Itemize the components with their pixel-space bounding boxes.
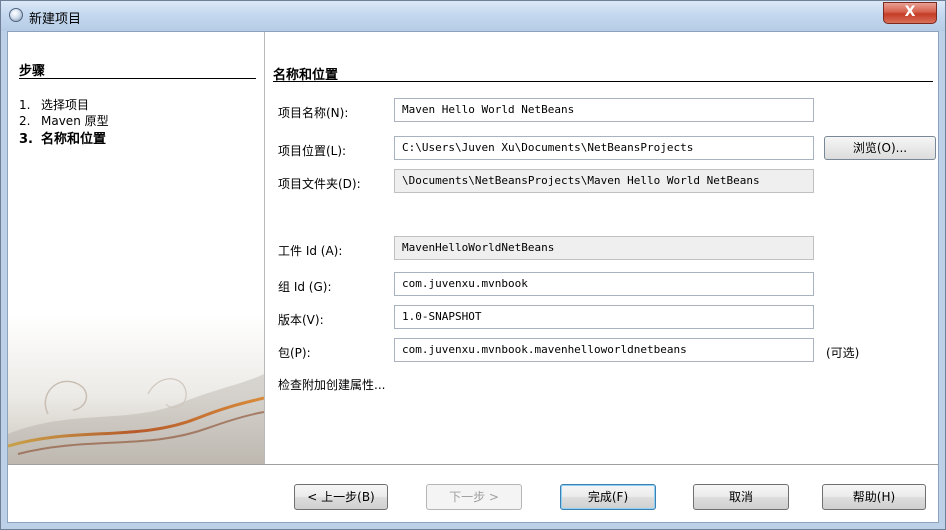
step-item: 1. 选择项目: [19, 98, 90, 112]
package-field[interactable]: com.juvenxu.mvnbook.mavenhelloworldnetbe…: [394, 338, 814, 362]
package-label: 包(P):: [278, 346, 311, 360]
browse-button[interactable]: 浏览(O)...: [824, 136, 936, 160]
steps-divider: [19, 78, 256, 79]
next-button[interactable]: 下一步 >: [426, 484, 522, 510]
version-field[interactable]: 1.0-SNAPSHOT: [394, 305, 814, 329]
project-folder-label: 项目文件夹(D):: [278, 177, 361, 191]
dialog-client-area: 步骤 1. 选择项目 2. Maven 原型 3. 名称和位置 名称和位置 项目…: [7, 31, 939, 523]
back-button[interactable]: < 上一步(B): [294, 484, 388, 510]
step-item-current: 3. 名称和位置: [19, 132, 107, 147]
steps-heading: 步骤: [19, 64, 46, 79]
project-name-label: 项目名称(N):: [278, 106, 349, 120]
project-folder-field[interactable]: \Documents\NetBeansProjects\Maven Hello …: [394, 169, 814, 193]
cancel-button[interactable]: 取消: [693, 484, 789, 510]
package-optional-note: (可选): [826, 346, 860, 360]
project-location-field[interactable]: C:\Users\Juven Xu\Documents\NetBeansProj…: [394, 136, 814, 160]
group-id-label: 组 Id (G):: [278, 280, 332, 294]
steps-panel: 步骤 1. 选择项目 2. Maven 原型 3. 名称和位置: [8, 32, 265, 464]
artifact-id-field[interactable]: MavenHelloWorldNetBeans: [394, 236, 814, 260]
artifact-id-label: 工件 Id (A):: [278, 244, 343, 258]
title-bar: 新建项目 X: [1, 1, 945, 31]
project-name-field[interactable]: Maven Hello World NetBeans: [394, 98, 814, 122]
group-id-field[interactable]: com.juvenxu.mvnbook: [394, 272, 814, 296]
new-project-dialog: 新建项目 X 步骤 1. 选择项目 2. Maven 原型 3. 名称和位置 名…: [0, 0, 946, 530]
advanced-properties-link[interactable]: 检查附加创建属性...: [278, 376, 385, 393]
finish-button[interactable]: 完成(F): [560, 484, 656, 510]
help-button[interactable]: 帮助(H): [822, 484, 926, 510]
step-item: 2. Maven 原型: [19, 114, 109, 128]
project-location-label: 项目位置(L):: [278, 144, 347, 158]
decorative-swirl-image: [8, 314, 264, 464]
netbeans-cube-icon: [9, 8, 23, 22]
footer-divider: [8, 464, 938, 465]
version-label: 版本(V):: [278, 313, 324, 327]
window-title: 新建项目: [29, 12, 82, 27]
close-button[interactable]: X: [883, 2, 937, 24]
section-divider: [273, 81, 933, 82]
